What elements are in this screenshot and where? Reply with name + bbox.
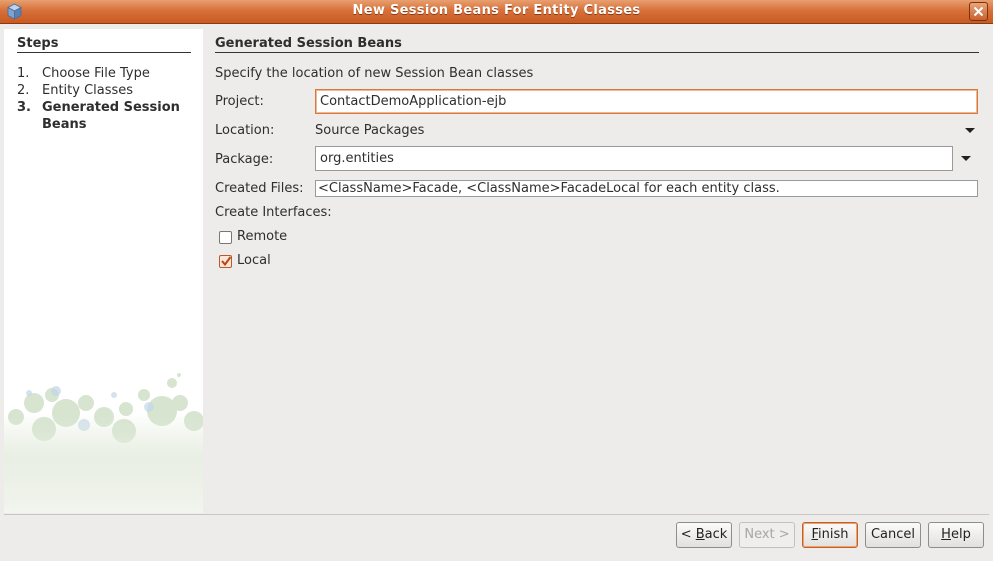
step-label: Entity Classes: [42, 83, 134, 98]
close-button[interactable]: [969, 2, 988, 21]
bottom-divider: [4, 514, 989, 515]
finish-button[interactable]: Finish: [802, 522, 858, 548]
project-label: Project:: [215, 94, 264, 109]
remote-checkbox[interactable]: [219, 231, 232, 244]
local-checkbox-label[interactable]: Local: [237, 253, 271, 268]
back-button-prefix: <: [680, 527, 696, 542]
created-files-field[interactable]: <ClassName>Facade, <ClassName>FacadeLoca…: [315, 180, 978, 197]
step-number: 3.: [17, 100, 31, 115]
location-value: Source Packages: [315, 123, 425, 138]
cancel-button[interactable]: Cancel: [865, 522, 921, 548]
help-button-rest: elp: [950, 527, 971, 542]
local-checkbox[interactable]: [219, 255, 232, 268]
created-files-label: Created Files:: [215, 181, 304, 196]
location-dropdown[interactable]: Source Packages: [315, 123, 424, 138]
next-button[interactable]: Next >: [739, 522, 795, 548]
location-dropdown-arrow-icon[interactable]: [965, 128, 975, 133]
project-field[interactable]: ContactDemoApplication-ejb: [315, 89, 978, 114]
help-button-mnemonic: H: [941, 527, 951, 542]
step-number: 2.: [17, 83, 30, 98]
step-label: Choose File Type: [42, 66, 150, 81]
step-item-entity-classes: 2. Entity Classes: [17, 82, 197, 99]
checkmark-icon: [221, 256, 232, 267]
step-item-generated-session-beans: 3. Generated Session Beans: [17, 99, 197, 133]
back-button[interactable]: < Back: [676, 522, 732, 548]
project-value: ContactDemoApplication-ejb: [320, 94, 507, 109]
create-interfaces-label: Create Interfaces:: [215, 205, 332, 220]
remote-checkbox-label[interactable]: Remote: [237, 229, 287, 244]
step-item-choose-file-type: 1. Choose File Type: [17, 65, 197, 82]
location-label: Location:: [215, 123, 275, 138]
package-label: Package:: [215, 152, 274, 167]
section-title: Generated Session Beans: [215, 36, 402, 51]
help-button[interactable]: Help: [928, 522, 984, 548]
back-button-rest: ack: [704, 527, 728, 542]
title-bar[interactable]: New Session Beans For Entity Classes: [0, 0, 993, 24]
steps-title: Steps: [17, 36, 59, 51]
package-value: org.entities: [320, 151, 394, 166]
step-number: 1.: [17, 66, 30, 81]
package-combobox-input[interactable]: org.entities: [315, 146, 953, 171]
step-label: Generated Session Beans: [42, 100, 180, 132]
steps-list: 1. Choose File Type 2. Entity Classes 3.…: [17, 65, 197, 133]
window-title: New Session Beans For Entity Classes: [352, 3, 641, 18]
back-button-mnemonic: B: [695, 527, 705, 542]
finish-button-rest: inish: [818, 527, 849, 542]
decorative-bubbles-image: [4, 373, 203, 513]
section-divider: [215, 52, 979, 53]
description-text: Specify the location of new Session Bean…: [215, 66, 534, 81]
close-icon: [973, 6, 984, 17]
package-dropdown-arrow-icon[interactable]: [961, 156, 971, 161]
created-files-value: <ClassName>Facade, <ClassName>FacadeLoca…: [318, 181, 780, 196]
dialog-window: New Session Beans For Entity Classes Ste…: [0, 0, 993, 561]
steps-panel: Steps 1. Choose File Type 2. Entity Clas…: [4, 29, 203, 513]
steps-divider: [17, 52, 191, 53]
